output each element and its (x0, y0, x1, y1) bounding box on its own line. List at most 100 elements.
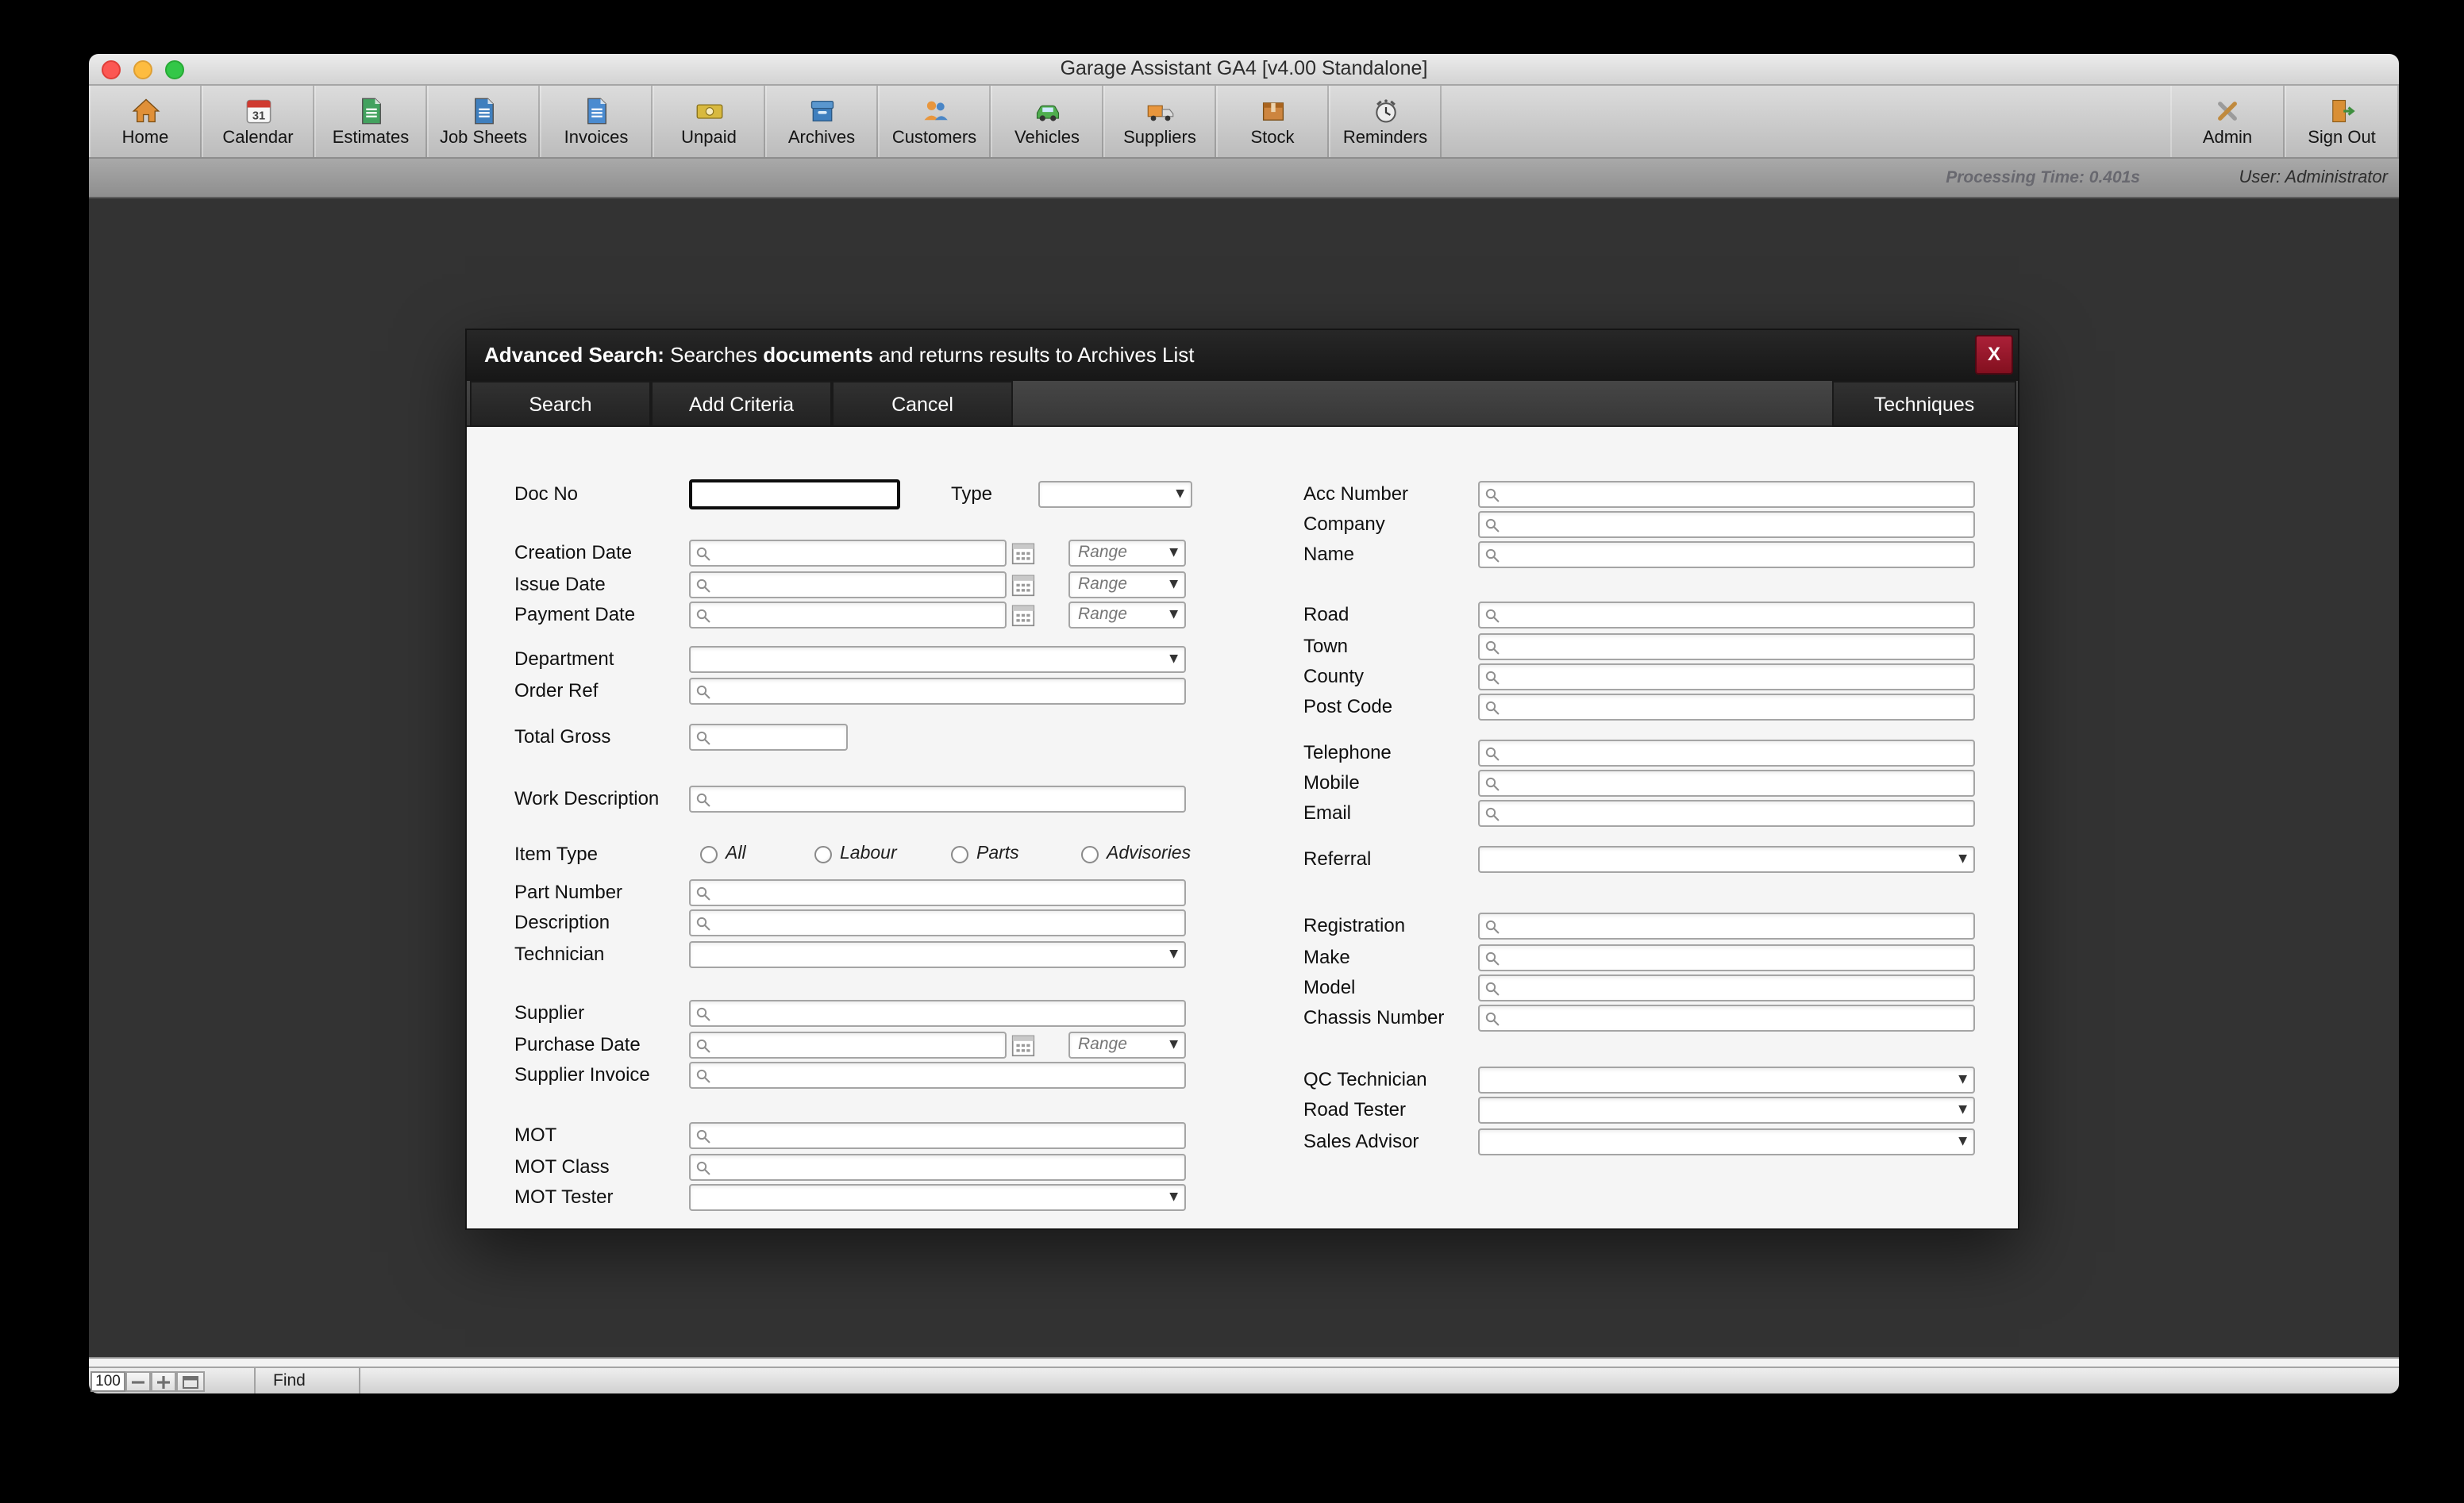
zoom-out-button[interactable] (125, 1371, 151, 1392)
acc-number-input[interactable] (1502, 482, 1970, 506)
field-row-mot-class: MOT Class (514, 1152, 1186, 1182)
toolbar-item-customers[interactable]: Customers (878, 86, 991, 157)
item-type-radio-advisories[interactable]: Advisories (1081, 843, 1191, 867)
toolbar-item-job-sheets[interactable]: Job Sheets (427, 86, 540, 157)
search-icon (1484, 981, 1500, 997)
supplier-input[interactable] (713, 1001, 1181, 1025)
toolbar-item-suppliers[interactable]: Suppliers (1103, 86, 1216, 157)
mode-selector[interactable]: Find (273, 1368, 306, 1393)
road-input[interactable] (1502, 603, 1970, 627)
toolbar-item-home[interactable]: Home (89, 86, 202, 157)
toolbar-item-calendar[interactable]: 31Calendar (202, 86, 314, 157)
name-input[interactable] (1502, 543, 1970, 567)
payment-date-calendar-button[interactable] (1011, 603, 1035, 627)
technician-select[interactable]: ▼ (689, 941, 1186, 968)
toolbar-item-vehicles[interactable]: Vehicles (991, 86, 1103, 157)
department-select[interactable]: ▼ (689, 646, 1186, 673)
issue-date-calendar-button[interactable] (1011, 573, 1035, 597)
purchase-date-input[interactable] (713, 1033, 1002, 1057)
toolbar-item-archives[interactable]: Archives (765, 86, 878, 157)
status-toolbar-toggle-button[interactable] (176, 1371, 205, 1392)
dialog-title-prefix: Advanced Search: (484, 343, 664, 367)
total-gross-input[interactable] (713, 725, 843, 749)
mobile-input[interactable] (1502, 771, 1970, 795)
date-picker-icon (1011, 541, 1035, 565)
model-input[interactable] (1502, 976, 1970, 1000)
issue-date-input[interactable] (713, 573, 1002, 597)
zoom-window-button[interactable] (165, 60, 184, 79)
payment-date-input[interactable] (713, 603, 1002, 627)
toolbar-item-estimates[interactable]: Estimates (314, 86, 427, 157)
toolbar-item-admin[interactable]: Admin (2170, 86, 2285, 157)
job-sheets-icon (469, 96, 498, 125)
zoom-in-button[interactable] (151, 1371, 176, 1392)
search-button[interactable]: Search (470, 381, 651, 427)
toolbar-item-sign-out[interactable]: Sign Out (2285, 86, 2399, 157)
county-input[interactable] (1502, 665, 1970, 689)
creation-date-range-select[interactable]: Range▼ (1068, 540, 1186, 567)
field-label-issue-date: Issue Date (514, 570, 606, 600)
chassis-number-input[interactable] (1502, 1006, 1970, 1030)
window-titlebar: Garage Assistant GA4 [v4.00 Standalone] (89, 54, 2399, 86)
field-label-make: Make (1303, 943, 1350, 973)
description-input[interactable] (713, 911, 1181, 935)
company-input[interactable] (1502, 513, 1970, 536)
add-criteria-button[interactable]: Add Criteria (651, 381, 832, 427)
radio-label: Parts (976, 843, 1019, 867)
post-code-input[interactable] (1502, 695, 1970, 719)
techniques-button[interactable]: Techniques (1832, 381, 2016, 427)
sales-advisor-select[interactable]: ▼ (1478, 1128, 1975, 1155)
zoom-level-indicator[interactable]: 100 (90, 1371, 125, 1392)
dialog-close-button[interactable]: X (1975, 335, 2013, 375)
toolbar-item-invoices[interactable]: Invoices (540, 86, 653, 157)
item-type-radio-labour[interactable]: Labour (814, 843, 897, 867)
search-icon (1484, 776, 1500, 792)
horizontal-scrollbar[interactable] (89, 1357, 2399, 1367)
referral-select[interactable]: ▼ (1478, 846, 1975, 873)
part-number-input[interactable] (713, 881, 1181, 905)
mot-input[interactable] (713, 1124, 1181, 1147)
toolbar-item-stock[interactable]: Stock (1216, 86, 1329, 157)
field-row-telephone: Telephone (1303, 738, 1975, 768)
dialog-titlebar: Advanced Search: Searches documents and … (467, 330, 2018, 381)
mot-tester-select[interactable]: ▼ (689, 1184, 1186, 1211)
payment-date-range-select[interactable]: Range▼ (1068, 602, 1186, 628)
toolbar-item-unpaid[interactable]: Unpaid (653, 86, 765, 157)
field-row-description: Description (514, 908, 1186, 938)
road-tester-select[interactable]: ▼ (1478, 1097, 1975, 1124)
item-type-radio-all[interactable]: All (700, 843, 746, 867)
close-window-button[interactable] (102, 60, 121, 79)
doc-no-input[interactable] (689, 479, 900, 509)
qc-technician-select[interactable]: ▼ (1478, 1067, 1975, 1094)
purchase-date-calendar-button[interactable] (1011, 1033, 1035, 1057)
purchase-date-range-select[interactable]: Range▼ (1068, 1032, 1186, 1059)
minimize-window-button[interactable] (133, 60, 152, 79)
vehicles-icon (1033, 96, 1061, 125)
toolbar-item-label: Reminders (1343, 128, 1427, 147)
registration-input[interactable] (1502, 914, 1970, 938)
order-ref-input[interactable] (713, 679, 1181, 703)
telephone-input[interactable] (1502, 741, 1970, 765)
field-label-payment-date: Payment Date (514, 600, 635, 630)
bottom-bar: 100 Find (89, 1367, 2399, 1393)
search-icon (1484, 608, 1500, 624)
supplier-invoice-input[interactable] (713, 1063, 1181, 1087)
field-label-mot-class: MOT Class (514, 1152, 610, 1182)
make-input[interactable] (1502, 946, 1970, 970)
dialog-title-text: Searches (664, 343, 763, 367)
email-input[interactable] (1502, 801, 1970, 825)
creation-date-input[interactable] (713, 541, 1002, 565)
toolbar-item-reminders[interactable]: Reminders (1329, 86, 1442, 157)
work-description-input[interactable] (713, 787, 1181, 811)
road-field (1478, 602, 1975, 628)
issue-date-range-select[interactable]: Range▼ (1068, 571, 1186, 598)
cancel-button[interactable]: Cancel (832, 381, 1013, 427)
toolbar-item-label: Sign Out (2308, 128, 2376, 147)
type-select[interactable]: ▼ (1038, 481, 1192, 508)
payment-date-field (689, 602, 1007, 628)
item-type-radio-parts[interactable]: Parts (951, 843, 1019, 867)
creation-date-calendar-button[interactable] (1011, 541, 1035, 565)
town-input[interactable] (1502, 635, 1970, 659)
desktop: Garage Assistant GA4 [v4.00 Standalone] … (0, 0, 2464, 1503)
mot-class-input[interactable] (713, 1155, 1181, 1179)
